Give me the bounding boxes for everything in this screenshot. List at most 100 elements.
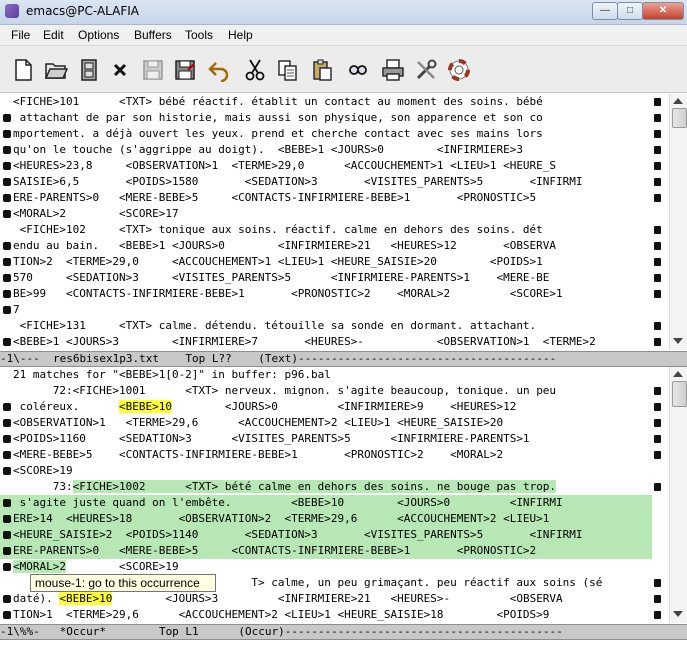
occur-match-line[interactable]: <JOURS>0 <INFIRMIERE>9 <HEURES>12 <box>172 400 516 413</box>
help-lifebuoy-icon[interactable] <box>447 58 471 82</box>
undo-icon[interactable] <box>207 58 231 82</box>
scroll-down-icon[interactable] <box>673 338 683 344</box>
continuation-icon <box>654 258 661 266</box>
scrollbar-thumb[interactable] <box>672 108 687 128</box>
print-icon[interactable] <box>381 58 405 82</box>
occur-match-line[interactable]: <JOURS>3 <INFIRMIERE>21 <HEURES>- <OBSER… <box>112 592 562 605</box>
cut-icon[interactable] <box>243 58 267 82</box>
scrollbar-thumb[interactable] <box>672 381 687 407</box>
continuation-icon <box>654 226 661 234</box>
buffer-line: SAISIE>6,5 <POIDS>1580 <SEDATION>3 <VISI… <box>13 175 583 188</box>
match-highlight[interactable]: <BEBE>10 <box>118 400 172 413</box>
match-highlight[interactable]: <BEBE>10 <box>59 592 113 605</box>
continuation-icon <box>3 162 11 170</box>
bottom-mode-line: -1\%%- *Occur* Top L1 (Occur)-----------… <box>0 624 687 640</box>
continuation-icon <box>3 531 11 539</box>
buffer-line: <FICHE>131 <TXT> calme. détendu. tétouil… <box>13 319 537 332</box>
scroll-down-icon[interactable] <box>673 611 683 617</box>
occur-match-line-highlighted[interactable]: <MORAL>2 <box>13 560 66 573</box>
continuation-icon <box>3 515 11 523</box>
occur-match-line[interactable]: <MERE-BEBE>5 <CONTACTS-INFIRMIERE-BEBE>1… <box>13 447 503 463</box>
scroll-up-icon[interactable] <box>673 98 683 104</box>
continuation-icon <box>3 435 11 443</box>
buffer-line: <MORAL>2 <SCORE>17 <box>13 207 179 220</box>
occur-match-line[interactable]: <OBSERVATION>1 <TERME>29,6 <ACCOUCHEMENT… <box>13 415 503 431</box>
occur-header: 21 matches for "<BEBE>1[0-2]" in buffer:… <box>13 368 331 381</box>
continuation-icon <box>3 306 11 314</box>
menu-edit[interactable]: Edit <box>43 28 64 42</box>
menu-tools[interactable]: Tools <box>185 28 213 42</box>
occur-match-line[interactable]: coléreux. <box>13 400 119 413</box>
match-number: 73: <box>13 480 73 493</box>
paste-icon[interactable] <box>310 58 334 82</box>
buffer-line: 570 <SEDATION>3 <VISITES_PARENTS>5 <INFI… <box>13 271 550 284</box>
continuation-icon <box>654 130 661 138</box>
close-button[interactable]: ✕ <box>642 2 684 20</box>
occur-match-line[interactable]: TION>1 <TERME>29,6 <ACCOUCHEMENT>2 <LIEU… <box>13 607 549 623</box>
scroll-up-icon[interactable] <box>673 371 683 377</box>
continuation-icon <box>3 274 11 282</box>
buffer-line: <HEURES>23,8 <OBSERVATION>1 <TERME>29,0 … <box>13 159 557 172</box>
menu-options[interactable]: Options <box>78 28 119 42</box>
continuation-icon <box>3 563 11 571</box>
continuation-icon <box>654 579 661 587</box>
preferences-icon[interactable] <box>414 58 438 82</box>
title-bar: emacs@PC-ALAFIA — □ ✕ <box>0 0 687 25</box>
occur-match-line[interactable]: <FICHE>1001 <TXT> nerveux. mignon. s'agi… <box>73 384 556 397</box>
menu-buffers[interactable]: Buffers <box>134 28 172 42</box>
continuation-icon <box>654 178 661 186</box>
continuation-icon <box>654 290 661 298</box>
save-icon[interactable] <box>141 58 165 82</box>
continuation-icon <box>654 162 661 170</box>
buffer-line: BE>99 <CONTACTS-INFIRMIERE-BEBE>1 <PRONO… <box>13 287 563 300</box>
occurrence-tooltip: mouse-1: go to this occurrence <box>30 574 216 592</box>
window-title: emacs@PC-ALAFIA <box>26 4 139 18</box>
search-icon[interactable] <box>345 58 369 82</box>
menu-bar: File Edit Options Buffers Tools Help <box>0 25 687 46</box>
continuation-icon <box>3 210 11 218</box>
occur-match-line-highlighted[interactable]: ERE-PARENTS>0 <MERE-BEBE>5 <CONTACTS-INF… <box>13 543 536 559</box>
occur-match-line-highlighted[interactable]: <FICHE>1002 <TXT> bété calme en dehors d… <box>72 480 557 493</box>
continuation-icon <box>654 451 661 459</box>
occur-match-line[interactable]: <SCORE>19 <box>13 463 73 479</box>
occur-match-line[interactable]: daté). <box>13 592 59 605</box>
maximize-button[interactable]: □ <box>617 2 643 20</box>
menu-help[interactable]: Help <box>228 28 253 42</box>
occur-match-line-highlighted[interactable]: ERE>14 <HEURES>18 <OBSERVATION>2 <TERME>… <box>13 511 549 527</box>
minimize-button[interactable]: — <box>592 2 618 20</box>
dired-cabinet-icon[interactable] <box>77 58 101 82</box>
continuation-icon <box>3 130 11 138</box>
menu-file[interactable]: File <box>11 28 30 42</box>
continuation-icon <box>3 258 11 266</box>
save-as-icon[interactable] <box>173 58 197 82</box>
continuation-icon <box>3 194 11 202</box>
occur-match-line-highlighted[interactable]: <HEURE_SAISIE>2 <POIDS>1140 <SEDATION>3 … <box>13 527 583 543</box>
continuation-icon <box>654 114 661 122</box>
continuation-icon <box>654 403 661 411</box>
continuation-icon <box>3 242 11 250</box>
new-file-icon[interactable] <box>11 58 35 82</box>
buffer-line: <BEBE>1 <JOURS>3 <INFIRMIERE>7 <HEURES>-… <box>13 335 596 348</box>
top-vertical-scrollbar[interactable] <box>669 94 687 350</box>
continuation-icon <box>3 290 11 298</box>
continuation-icon <box>654 338 661 346</box>
occur-match-line[interactable]: <SCORE>19 <box>66 560 179 573</box>
occur-match-line[interactable]: <POIDS>1160 <SEDATION>3 <VISITES_PARENTS… <box>13 431 530 447</box>
text-buffer[interactable]: <FICHE>101 <TXT> bébé réactif. établit u… <box>0 94 668 350</box>
continuation-icon <box>3 499 11 507</box>
continuation-icon <box>654 322 661 330</box>
buffer-line: attachant de par son historie, mais auss… <box>13 111 543 124</box>
continuation-icon <box>3 451 11 459</box>
buffer-line: qu'on le touche (s'aggrippe au doigt). <… <box>13 143 523 156</box>
copy-icon[interactable] <box>276 58 300 82</box>
continuation-icon <box>3 467 11 475</box>
continuation-icon <box>3 146 11 154</box>
occur-match-line-highlighted[interactable]: s'agite juste quand on l'embête. <BEBE>1… <box>13 495 563 511</box>
continuation-icon <box>654 98 661 106</box>
continuation-icon <box>3 403 11 411</box>
match-number: 72: <box>13 384 73 397</box>
close-buffer-icon[interactable] <box>108 58 132 82</box>
bottom-vertical-scrollbar[interactable] <box>669 367 687 623</box>
open-folder-icon[interactable] <box>44 58 68 82</box>
continuation-icon <box>3 338 11 346</box>
